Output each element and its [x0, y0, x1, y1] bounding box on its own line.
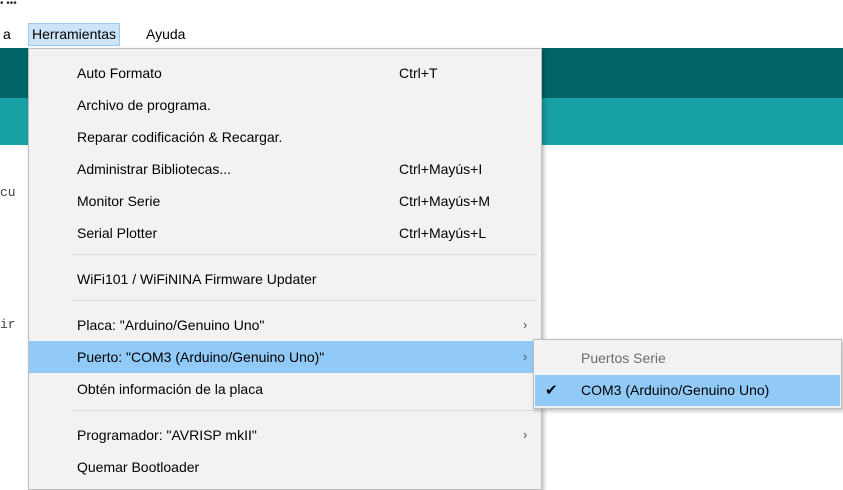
menu-item-auto-formato[interactable]: Auto Formato Ctrl+T: [29, 57, 539, 89]
menu-separator: [73, 300, 537, 301]
menu-item-informacion-placa[interactable]: Obtén información de la placa: [29, 373, 539, 405]
menu-item-shortcut: Ctrl+Mayús+M: [399, 193, 491, 209]
chevron-right-icon: ›: [523, 317, 528, 332]
menu-item-puerto[interactable]: Puerto: "COM3 (Arduino/Genuino Uno)" ›: [29, 341, 539, 373]
menu-item-label: Quemar Bootloader: [77, 459, 200, 475]
code-line-fragment: ir: [0, 317, 16, 332]
menu-item-label: Administrar Bibliotecas...: [77, 161, 232, 177]
chevron-right-icon: ›: [523, 427, 528, 442]
menu-item-firmware-updater[interactable]: WiFi101 / WiFiNINA Firmware Updater: [29, 263, 539, 295]
port-submenu: Puertos Serie ✔ COM3 (Arduino/Genuino Un…: [533, 339, 842, 409]
menu-sketch-fragment[interactable]: a: [0, 24, 14, 45]
menu-item-shortcut: Ctrl+T: [399, 65, 438, 81]
menu-separator: [73, 254, 537, 255]
menu-item-reparar-codificacion[interactable]: Reparar codificación & Recargar.: [29, 121, 539, 153]
menu-item-label: Puerto: "COM3 (Arduino/Genuino Uno)": [77, 349, 325, 365]
chevron-right-icon: ›: [523, 349, 528, 364]
menu-item-label: Placa: "Arduino/Genuino Uno": [77, 317, 265, 333]
menu-separator: [73, 410, 537, 411]
menu-item-label: Auto Formato: [77, 65, 162, 81]
code-line-fragment: cu: [0, 185, 16, 200]
menu-item-placa[interactable]: Placa: "Arduino/Genuino Uno" ›: [29, 309, 539, 341]
menu-item-programador[interactable]: Programador: "AVRISP mkII" ›: [29, 419, 539, 451]
menu-item-label: WiFi101 / WiFiNINA Firmware Updater: [77, 271, 317, 287]
menu-herramientas[interactable]: Herramientas: [28, 23, 121, 46]
menu-item-label: Programador: "AVRISP mkII": [77, 427, 257, 443]
menu-item-label: Monitor Serie: [77, 193, 161, 209]
menu-item-label: Serial Plotter: [77, 225, 158, 241]
submenu-header: Puertos Serie: [581, 350, 666, 366]
menu-item-shortcut: Ctrl+Mayús+L: [399, 225, 487, 241]
check-icon: ✔: [545, 382, 558, 399]
tools-menu: Auto Formato Ctrl+T Archivo de programa.…: [28, 48, 542, 490]
menu-item-serial-plotter[interactable]: Serial Plotter Ctrl+Mayús+L: [29, 217, 539, 249]
menu-item-quemar-bootloader[interactable]: Quemar Bootloader: [29, 451, 539, 483]
window-title-fragment: • •••: [0, 0, 17, 9]
menu-item-label: Archivo de programa.: [77, 97, 211, 113]
menu-item-label: Obtén información de la placa: [77, 381, 263, 397]
menu-item-label: Reparar codificación & Recargar.: [77, 129, 283, 145]
menu-item-archivo-de-programa[interactable]: Archivo de programa.: [29, 89, 539, 121]
menu-item-administrar-bibliotecas[interactable]: Administrar Bibliotecas... Ctrl+Mayús+I: [29, 153, 539, 185]
submenu-item-label: COM3 (Arduino/Genuino Uno): [581, 382, 770, 398]
menu-ayuda[interactable]: Ayuda: [143, 24, 188, 45]
menu-bar: a Herramientas Ayuda: [0, 20, 843, 50]
submenu-item-com3[interactable]: ✔ COM3 (Arduino/Genuino Uno): [535, 375, 840, 406]
menu-item-shortcut: Ctrl+Mayús+I: [399, 161, 483, 177]
menu-item-monitor-serie[interactable]: Monitor Serie Ctrl+Mayús+M: [29, 185, 539, 217]
